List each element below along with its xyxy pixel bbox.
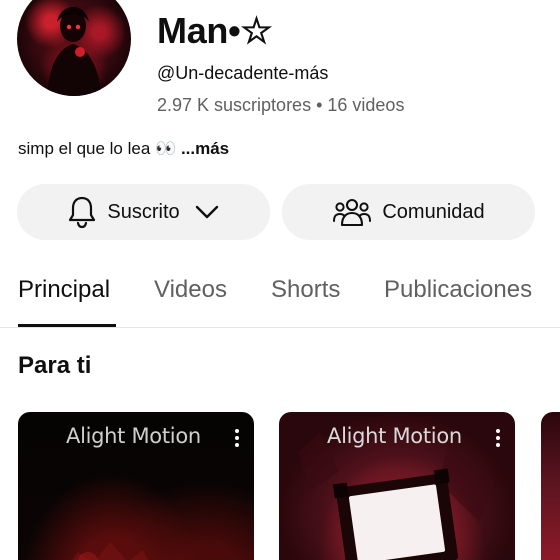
tab-shorts[interactable]: Shorts xyxy=(271,276,340,304)
channel-avatar[interactable] xyxy=(17,0,131,96)
video-thumbnail[interactable]: Alight Motion xyxy=(279,412,515,560)
more-options-icon[interactable] xyxy=(495,429,501,451)
channel-stats: 2.97 K suscriptores • 16 videos xyxy=(157,95,404,116)
tab-videos[interactable]: Videos xyxy=(154,276,227,304)
people-icon xyxy=(333,198,372,227)
community-button[interactable]: Comunidad xyxy=(282,184,535,240)
description-text: simp el que lo lea 👀 xyxy=(18,139,177,158)
video-watermark: Alight Motion xyxy=(66,424,201,448)
subscribed-button[interactable]: Suscrito xyxy=(17,184,270,240)
channel-handle: @Un-decadente-más xyxy=(157,63,329,83)
subscribed-label: Suscrito xyxy=(107,200,180,223)
section-title: Para ti xyxy=(18,352,92,379)
video-watermark: Alight Motion xyxy=(327,424,462,448)
video-count: 16 videos xyxy=(327,95,405,115)
active-tab-indicator xyxy=(18,324,116,327)
more-link[interactable]: ...más xyxy=(181,139,229,158)
stats-separator: • xyxy=(316,95,323,115)
tab-publicaciones[interactable]: Publicaciones xyxy=(384,276,532,304)
channel-description[interactable]: simp el que lo lea 👀 ...más xyxy=(18,139,229,159)
bell-icon xyxy=(69,196,96,229)
tab-principal[interactable]: Principal xyxy=(18,276,110,304)
chevron-down-icon xyxy=(195,205,218,219)
subscriber-count: 2.97 K suscriptores xyxy=(157,95,312,115)
video-thumbnail[interactable]: Alight Motion xyxy=(18,412,254,560)
channel-name: Man•☆ xyxy=(157,10,273,51)
video-thumbnail[interactable] xyxy=(541,412,560,560)
more-options-icon[interactable] xyxy=(234,429,240,451)
channel-tabs: Principal Videos Shorts Publicaciones xyxy=(0,262,560,328)
community-label: Comunidad xyxy=(382,200,485,223)
